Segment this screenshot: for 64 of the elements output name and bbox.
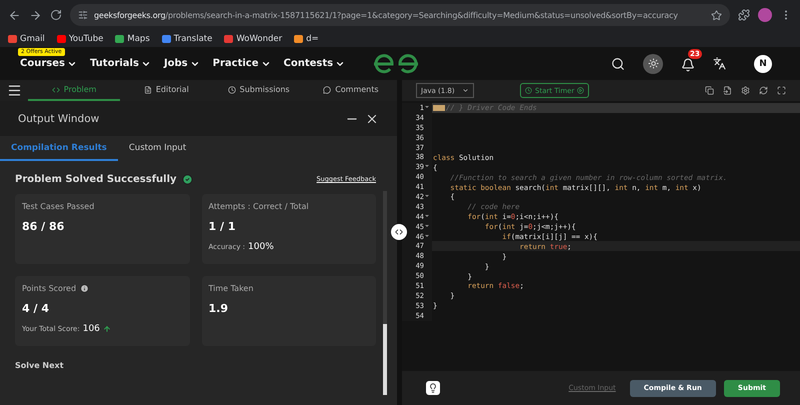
- reload-icon[interactable]: [50, 9, 62, 21]
- stat-value: 1 / 1: [208, 220, 236, 233]
- reset-icon[interactable]: [759, 86, 768, 95]
- stat-label: Time Taken: [208, 284, 254, 293]
- url-text: geeksforgeeks.org/problems/search-in-a-matrix-1587115621/1?page=1&category=Searching&difficulty=Medium&status=unsolved&sortBy=accuracy: [94, 10, 678, 20]
- theme-toggle[interactable]: [643, 54, 663, 74]
- site-settings-icon[interactable]: [78, 10, 88, 20]
- tab[interactable]: Compilation Results: [0, 136, 118, 161]
- back-icon[interactable]: [8, 8, 21, 22]
- nav-menu-item[interactable]: Courses: [20, 58, 77, 69]
- fullscreen-icon[interactable]: [777, 86, 786, 95]
- bookmark-link[interactable]: WoWonder: [224, 34, 282, 44]
- stat-value: 1.9: [208, 302, 229, 315]
- clock-icon: [525, 87, 532, 94]
- clock-icon: [228, 86, 236, 94]
- stat-label: Test Cases Passed: [22, 202, 94, 211]
- chevron-down-icon: [462, 87, 469, 94]
- search-icon[interactable]: [611, 56, 625, 70]
- bell-icon[interactable]: [681, 58, 695, 72]
- bookmark-star-icon[interactable]: [711, 10, 722, 20]
- nav-menu-item[interactable]: Tutorials: [90, 58, 151, 69]
- bookmark-link[interactable]: YouTube: [56, 34, 104, 44]
- panel-title: Output Window: [18, 112, 100, 124]
- document-icon: [144, 86, 152, 94]
- nav-menu-item[interactable]: Contests: [284, 58, 346, 69]
- stat-label: Attempts : Correct / Total: [208, 202, 309, 211]
- hint-button[interactable]: [426, 381, 440, 395]
- result-heading: Problem Solved Successfully: [15, 174, 177, 184]
- nav-menu-item[interactable]: Practice: [212, 58, 270, 69]
- speech-bubble-icon: [323, 86, 332, 94]
- note-value: 100%: [248, 242, 274, 252]
- success-check-icon: [182, 174, 193, 184]
- tab[interactable]: Submissions: [212, 80, 305, 101]
- avatar[interactable]: N: [754, 54, 772, 72]
- lightbulb-icon: [428, 383, 438, 393]
- tab[interactable]: Editorial: [120, 80, 212, 101]
- profile-icon[interactable]: [758, 8, 772, 22]
- bookmark-link[interactable]: Maps: [115, 34, 150, 44]
- bookmark-link[interactable]: d=: [294, 34, 319, 44]
- address-bar[interactable]: geeksforgeeks.org/problems/search-in-a-matrix-1587115621/1?page=1&category=Searching&difficulty=Medium&status=unsolved&sortBy=accuracy: [70, 4, 730, 26]
- bookmark-link[interactable]: Gmail: [8, 34, 45, 44]
- nav-menu-item[interactable]: Jobs: [164, 58, 200, 69]
- extensions-icon[interactable]: [738, 9, 750, 21]
- copy-icon[interactable]: [705, 86, 714, 95]
- stat-label: Points Scored: [22, 284, 76, 293]
- stat-value: 4 / 4: [22, 302, 50, 315]
- bookmark-link[interactable]: Translate: [162, 34, 212, 44]
- play-icon: [577, 87, 584, 94]
- tab[interactable]: Custom Input: [118, 136, 198, 161]
- tab[interactable]: Comments: [304, 80, 397, 101]
- left-right-arrows-icon: [394, 227, 404, 237]
- info-icon[interactable]: [80, 284, 90, 293]
- file-icon[interactable]: [723, 86, 732, 95]
- section-heading: Solve Next: [15, 361, 65, 370]
- forward-icon[interactable]: [29, 8, 42, 22]
- note-value: 106: [82, 324, 100, 334]
- scrollbar-thumb[interactable]: [383, 324, 387, 395]
- fold-marker[interactable]: [433, 104, 445, 111]
- sun-icon: [648, 58, 658, 69]
- code-icon: [52, 86, 60, 94]
- stat-value: 86 / 86: [22, 220, 66, 233]
- translate-icon[interactable]: [713, 57, 726, 70]
- logo-icon: [371, 54, 421, 74]
- settings-icon[interactable]: [741, 86, 750, 95]
